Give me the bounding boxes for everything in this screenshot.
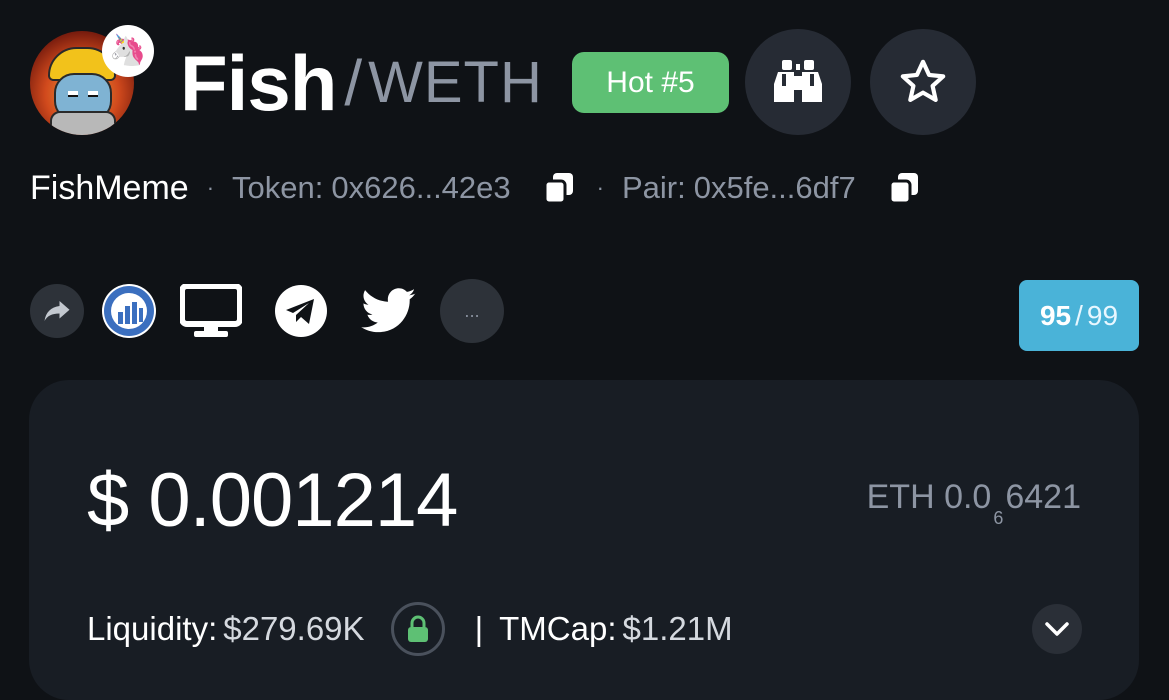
eye-right xyxy=(88,91,98,97)
token-label: Token: xyxy=(232,170,324,205)
liquidity-lock-button[interactable] xyxy=(390,602,445,656)
price-usd: $ 0.001214 xyxy=(87,458,458,543)
pair-address: 0x5fe...6df7 xyxy=(693,170,856,205)
favorite-button[interactable] xyxy=(870,29,976,135)
separator-dot: · xyxy=(596,175,604,200)
trust-score-badge[interactable]: 95 / 99 xyxy=(1019,280,1139,351)
more-links-button[interactable]: ... xyxy=(440,279,504,343)
chevron-down-icon xyxy=(1045,622,1069,636)
separator-dot: · xyxy=(206,175,215,200)
token-meta-row: FishMeme · Token: 0x626...42e3 · Pair: 0… xyxy=(30,166,924,210)
monitor-icon xyxy=(180,284,242,337)
share-icon xyxy=(44,301,70,321)
token-name: FishMeme xyxy=(30,168,189,207)
price-eth-digits: 6421 xyxy=(1005,478,1081,516)
stats-row: Liquidity: $279.69K | TMCap: $1.21M xyxy=(87,602,733,656)
uniswap-unicorn-icon: 🦄 xyxy=(102,25,154,77)
copy-pair-icon[interactable] xyxy=(888,171,920,205)
expand-stats-button[interactable] xyxy=(1032,604,1082,654)
price-eth-prefix: ETH 0.0 xyxy=(866,478,992,516)
pair-title: Fish / WETH xyxy=(180,38,543,128)
quote-token-symbol: WETH xyxy=(368,50,543,115)
body-shape xyxy=(50,111,116,135)
liquidity-value: $279.69K xyxy=(223,610,365,647)
price-card: $ 0.001214 ETH 0.066421 Liquidity: $279.… xyxy=(29,380,1139,700)
token-address: 0x626...42e3 xyxy=(331,170,511,205)
star-icon xyxy=(900,59,946,102)
binoculars-icon xyxy=(774,60,822,102)
base-token-symbol: Fish xyxy=(180,39,337,127)
score-max: 99 xyxy=(1086,299,1119,331)
price-eth: ETH 0.066421 xyxy=(867,478,1081,529)
watch-button[interactable] xyxy=(745,29,851,135)
score-separator: / xyxy=(1075,299,1083,331)
telegram-link[interactable] xyxy=(274,284,328,338)
liquidity-label: Liquidity: xyxy=(87,610,218,647)
website-link[interactable] xyxy=(180,284,242,338)
copy-token-icon[interactable] xyxy=(543,171,575,205)
score-value: 95 xyxy=(1039,299,1072,331)
token-avatar: 🦄 xyxy=(30,25,154,135)
coinmarketcap-link[interactable] xyxy=(102,284,156,338)
hot-rank-badge[interactable]: Hot #5 xyxy=(572,52,729,113)
coinmarketcap-icon xyxy=(104,286,154,336)
telegram-icon xyxy=(275,285,327,337)
twitter-icon xyxy=(361,288,416,333)
social-links: ... xyxy=(30,279,504,343)
twitter-link[interactable] xyxy=(360,284,418,338)
share-button[interactable] xyxy=(30,284,84,338)
lock-icon xyxy=(407,615,428,642)
pair-slash: / xyxy=(344,47,363,119)
stats-divider: | xyxy=(474,610,484,647)
tmcap-value: $1.21M xyxy=(622,610,733,647)
pair-label: Pair: xyxy=(621,170,686,205)
tmcap-label: TMCap: xyxy=(499,610,617,647)
price-eth-zero-count: 6 xyxy=(993,508,1004,528)
eye-left xyxy=(68,91,78,97)
